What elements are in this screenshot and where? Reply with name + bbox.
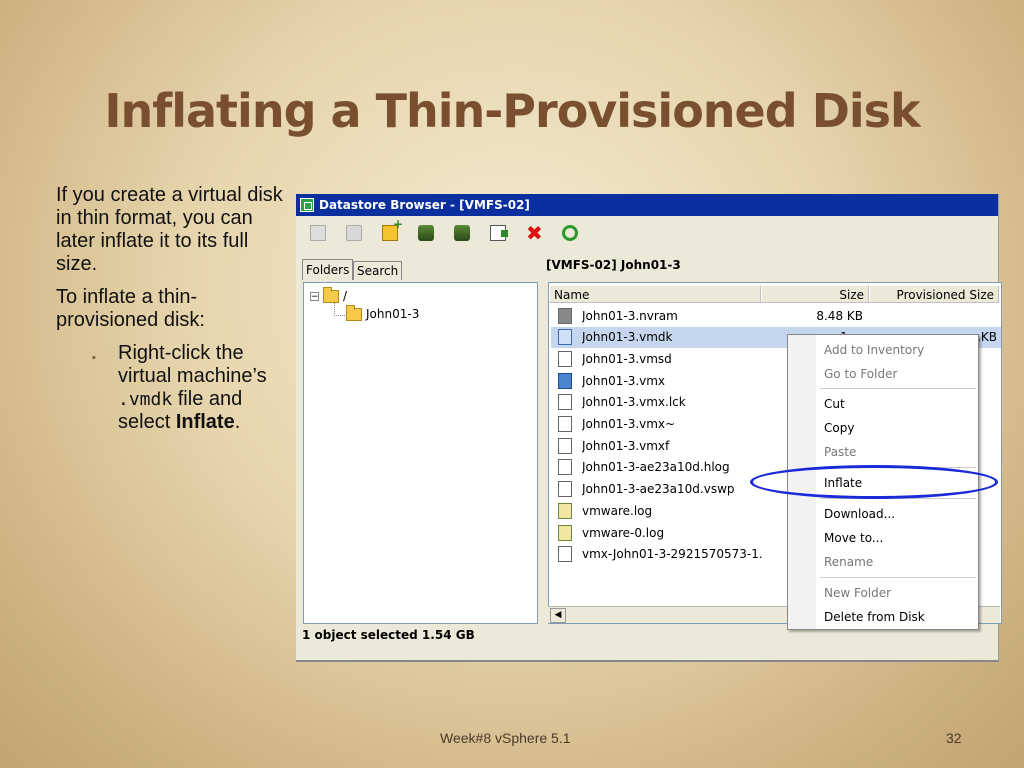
upload-icon xyxy=(418,225,434,241)
vmx-file-icon xyxy=(558,372,572,389)
menu-item-move-to[interactable]: Move to... xyxy=(824,528,883,548)
file-row[interactable]: John01-3.nvram 8.48 KB xyxy=(551,305,1001,326)
path-label: [VMFS-02] John01-3 xyxy=(546,258,681,272)
tree-node-label: John01-3 xyxy=(366,307,420,321)
move-icon xyxy=(490,225,508,241)
upload-button[interactable] xyxy=(412,220,440,246)
file-name: John01-3.vmx.lck xyxy=(582,395,686,410)
bullet-text: Right-click the virtual machine’s .vmdk … xyxy=(118,342,274,434)
tree-node-root[interactable]: − / xyxy=(310,286,348,303)
body-paragraph-2: To inflate a thin-provisioned disk: xyxy=(56,286,205,331)
properties-button[interactable] xyxy=(304,220,332,246)
log-file-icon xyxy=(558,524,572,541)
bullet-bold: Inflate xyxy=(175,411,235,433)
status-bar: 1 object selected 1.54 GB xyxy=(302,628,475,642)
menu-item-delete-from-disk[interactable]: Delete from Disk xyxy=(824,607,925,627)
tree-node-label: / xyxy=(343,289,348,303)
menu-item-download[interactable]: Download... xyxy=(824,504,895,524)
column-header-name[interactable]: Name xyxy=(549,285,761,303)
tree-connector xyxy=(334,303,345,316)
file-name: John01-3.nvram xyxy=(582,308,678,323)
file-name: vmware.log xyxy=(582,503,653,518)
footer: Week#8 vSphere 5.1 xyxy=(440,730,571,746)
file-file-icon xyxy=(558,459,572,476)
menu-item-paste: Paste xyxy=(824,445,857,459)
menu-separator xyxy=(820,577,976,578)
new-folder-button[interactable] xyxy=(376,217,404,246)
page-number: 32 xyxy=(946,730,962,746)
menu-item-new-folder: New Folder xyxy=(824,586,892,600)
tab-search[interactable]: Search xyxy=(353,261,403,280)
bullet-code: .vmdk xyxy=(118,389,173,410)
folder-tree: − / John01-3 xyxy=(303,282,538,624)
delete-button[interactable]: ✖ xyxy=(520,220,548,246)
move-button[interactable] xyxy=(484,220,512,246)
vmdk-file-icon xyxy=(558,329,572,346)
properties-icon xyxy=(310,225,326,241)
window-title: Datastore Browser - [VMFS-02] xyxy=(319,198,530,212)
app-icon xyxy=(300,198,314,212)
menu-item-add-to-inventory: Add to Inventory xyxy=(824,343,925,357)
column-header-size[interactable]: Size xyxy=(761,285,869,303)
bullet-text-part1: Right-click the virtual machine’s xyxy=(118,342,267,387)
bullet-end: . xyxy=(234,411,241,433)
download-icon xyxy=(454,225,470,241)
file-file-icon xyxy=(558,546,572,563)
delete-icon: ✖ xyxy=(526,221,543,245)
file-name: John01-3.vmsd xyxy=(582,351,672,366)
body-paragraph-1: If you create a virtual disk in thin for… xyxy=(56,184,283,275)
column-header-provisioned[interactable]: Provisioned Size xyxy=(869,285,999,303)
slide-body: If you create a virtual disk in thin for… xyxy=(56,184,284,434)
file-name: John01-3.vmdk xyxy=(582,330,673,345)
file-name: John01-3.vmxf xyxy=(582,438,670,453)
bullet-marker: ▪ xyxy=(92,352,96,364)
log-file-icon xyxy=(558,502,572,519)
folder-open-icon xyxy=(346,304,362,321)
menu-separator xyxy=(820,388,976,389)
file-file-icon xyxy=(558,481,572,498)
window-titlebar[interactable]: Datastore Browser - [VMFS-02] xyxy=(296,194,998,216)
file-file-icon xyxy=(558,350,572,367)
file-name: John01-3-ae23a10d.vswp xyxy=(582,482,735,497)
file-name: vmx-John01-3-2921570573-1.... xyxy=(582,547,762,562)
menu-item-go-to-folder: Go to Folder xyxy=(824,367,898,381)
tab-folders[interactable]: Folders xyxy=(302,259,354,280)
collapse-icon[interactable]: − xyxy=(310,291,319,301)
toolbar: ✖ xyxy=(296,216,998,250)
file-file-icon xyxy=(558,437,572,454)
refresh-icon xyxy=(562,225,578,241)
nvram-file-icon xyxy=(558,307,572,324)
menu-item-cut[interactable]: Cut xyxy=(824,394,845,414)
file-name: John01-3.vmx xyxy=(582,373,666,388)
folder-icon xyxy=(323,286,339,303)
browse-button[interactable] xyxy=(340,220,368,246)
bullet-item: ▪ Right-click the virtual machine’s .vmd… xyxy=(92,342,284,434)
file-name: John01-3.vmx~ xyxy=(582,417,676,431)
new-folder-icon xyxy=(382,217,403,241)
download-button[interactable] xyxy=(448,220,476,246)
refresh-button[interactable] xyxy=(556,220,584,246)
highlight-oval xyxy=(750,465,998,499)
menu-item-rename: Rename xyxy=(824,555,874,569)
slide-title: Inflating a Thin-Provisioned Disk xyxy=(104,84,920,138)
file-name: John01-3-ae23a10d.hlog xyxy=(582,460,730,475)
tree-node-john01-3[interactable]: John01-3 xyxy=(346,304,420,321)
file-file-icon xyxy=(558,394,572,411)
scroll-left-icon[interactable]: ◀ xyxy=(550,608,566,623)
menu-item-copy[interactable]: Copy xyxy=(824,418,854,438)
browse-datastore-icon xyxy=(346,225,362,241)
file-size: 8.48 KB xyxy=(816,308,863,323)
file-name: vmware-0.log xyxy=(582,525,665,540)
file-file-icon xyxy=(558,416,572,432)
